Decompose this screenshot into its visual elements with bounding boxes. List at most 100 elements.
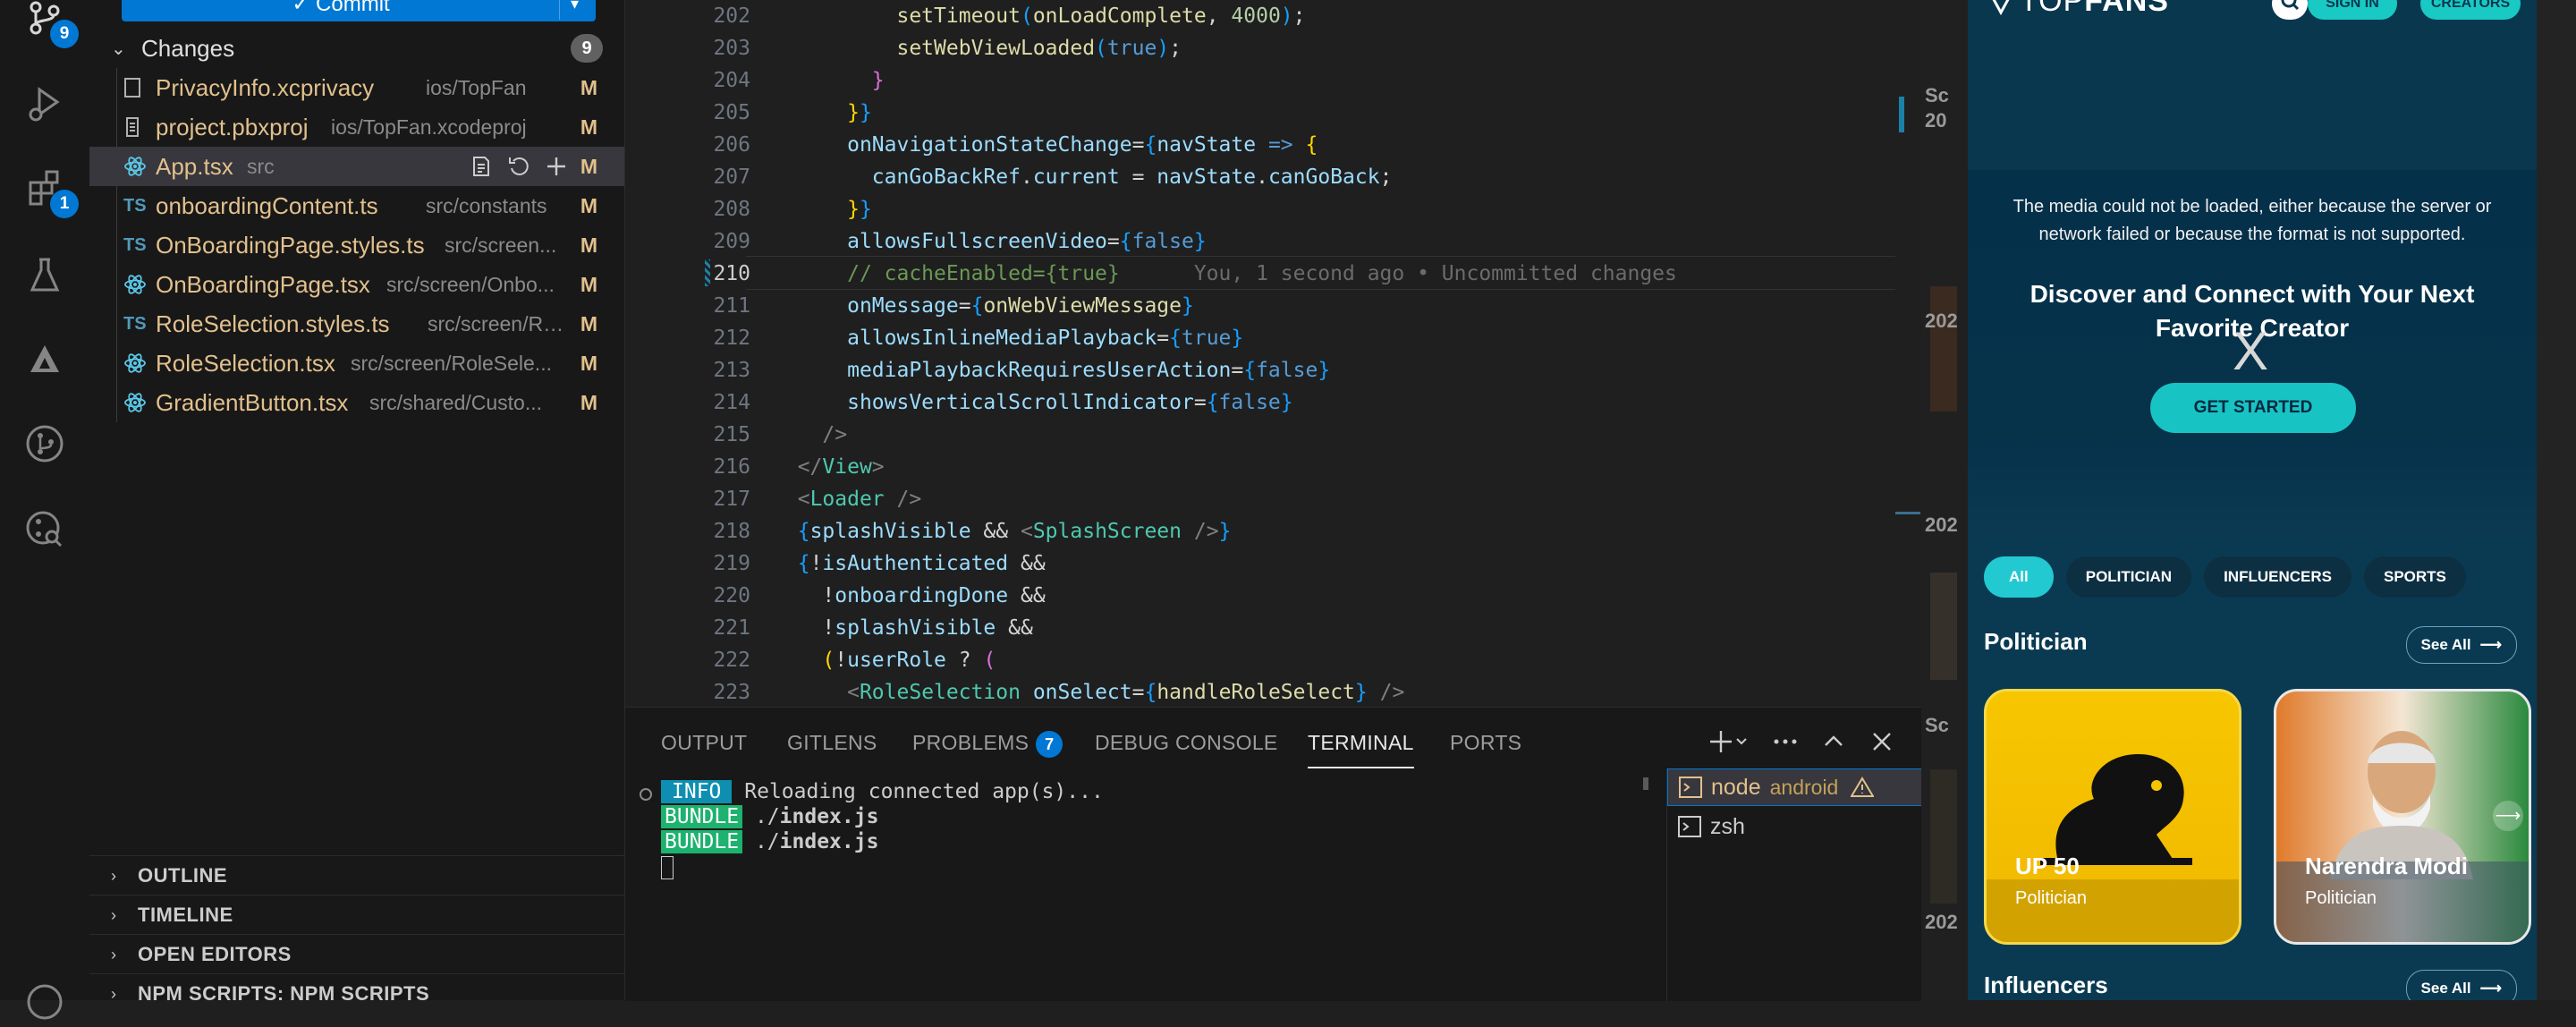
arrow-right-icon: ⟶ xyxy=(2479,636,2502,653)
terminal-item-node[interactable]: node android xyxy=(1667,768,1922,806)
code-line: setTimeout(onLoadComplete, 4000); xyxy=(896,4,1306,28)
close-mark-icon[interactable]: X xyxy=(2233,320,2268,382)
code-line: <RoleSelection onSelect={handleRoleSelec… xyxy=(847,681,1405,704)
commit-button[interactable]: ✓ Commit ▾ xyxy=(122,0,596,21)
code-editor[interactable]: 202 203 204 205 206 207 208 209 210 211 … xyxy=(625,0,1921,707)
code-line: onNavigationStateChange={navState => { xyxy=(847,133,1318,157)
source-control-icon[interactable]: 9 xyxy=(20,0,79,48)
tab-debug-console[interactable]: DEBUG CONSOLE xyxy=(1095,731,1278,767)
changes-count-badge: 9 xyxy=(571,34,603,63)
line-number: 215 xyxy=(713,423,750,446)
open-editors-section-header[interactable]: › OPEN EDITORS xyxy=(89,934,624,974)
terminal-scrollbar[interactable] xyxy=(1641,777,1650,992)
bundle-tag: BUNDLE xyxy=(661,805,743,828)
file-path: src/screen/Ro... xyxy=(428,312,571,335)
typescript-file-icon: TS xyxy=(123,196,147,216)
tab-output[interactable]: OUTPUT xyxy=(661,731,747,767)
file-status: M xyxy=(580,273,597,296)
carousel-next-arrow-icon[interactable]: ⟶ xyxy=(2493,801,2523,831)
creator-card[interactable]: UP 50 Politician xyxy=(1984,689,2241,945)
changed-file-row[interactable]: TS onboardingContent.ts src/constants M xyxy=(89,186,624,225)
terminal-item-zsh[interactable]: zsh xyxy=(1667,808,1922,845)
run-debug-icon[interactable] xyxy=(20,79,70,129)
tab-gitlens[interactable]: GITLENS xyxy=(787,731,877,767)
card-role: Politician xyxy=(2015,888,2088,908)
card-name: Narendra Modi xyxy=(2305,853,2469,879)
file-path: src/shared/Custo... xyxy=(369,391,543,414)
line-number: 211 xyxy=(713,294,750,318)
outline-section-header[interactable]: › OUTLINE xyxy=(89,855,624,895)
line-number: 205 xyxy=(713,101,750,124)
bundle-file: index.js xyxy=(779,805,879,828)
changed-file-row[interactable]: RoleSelection.tsx src/screen/RoleSele...… xyxy=(89,344,624,383)
category-chips: All POLITICIAN INFLUENCERS SPORTS xyxy=(1984,556,2466,598)
scrollbar-thumb[interactable] xyxy=(1643,777,1648,790)
chevron-right-icon: › xyxy=(111,945,116,963)
file-status: M xyxy=(580,352,597,375)
warning-icon xyxy=(1851,777,1875,798)
changed-file-row[interactable]: TS OnBoardingPage.styles.ts src/screen..… xyxy=(89,225,624,265)
stage-changes-icon[interactable] xyxy=(544,154,569,179)
chip-all[interactable]: All xyxy=(1984,556,2054,598)
problems-count-badge: 7 xyxy=(1036,731,1063,758)
changed-file-row[interactable]: TS RoleSelection.styles.ts src/screen/Ro… xyxy=(89,304,624,344)
terminal-output[interactable]: INFO Reloading connected app(s)... BUNDL… xyxy=(640,779,1555,994)
changed-file-row-selected[interactable]: App.tsx src M xyxy=(89,147,624,186)
close-panel-icon[interactable] xyxy=(1869,729,1894,754)
tab-ports[interactable]: PORTS xyxy=(1450,731,1521,767)
creators-button[interactable]: CREATORS xyxy=(2420,0,2521,20)
code-line-current: // cacheEnabled={true} You, 1 second ago… xyxy=(847,262,1677,285)
line-number: 212 xyxy=(713,327,750,350)
file-status: M xyxy=(580,155,597,178)
file-path: ios/TopFan.xcodeproj xyxy=(331,115,527,139)
commit-split-divider xyxy=(559,0,560,20)
changed-file-row[interactable]: OnBoardingPage.tsx src/screen/Onbo... M xyxy=(89,265,624,304)
simulator-bezel xyxy=(2537,0,2576,1000)
new-terminal-icon[interactable] xyxy=(1710,729,1750,754)
more-actions-icon[interactable] xyxy=(1773,729,1798,754)
extensions-badge: 1 xyxy=(50,190,79,218)
maximize-panel-icon[interactable] xyxy=(1821,729,1846,754)
creator-card[interactable]: Narendra Modi Politician ⟶ xyxy=(2274,689,2531,945)
chip-politician[interactable]: POLITICIAN xyxy=(2065,556,2192,598)
git-blame-annotation: You, 1 second ago • Uncommitted changes xyxy=(1193,262,1677,285)
tab-terminal[interactable]: TERMINAL xyxy=(1308,731,1414,768)
see-all-influencers-button[interactable]: See All ⟶ xyxy=(2405,970,2517,1000)
file-actions xyxy=(469,154,569,179)
code-line: } xyxy=(871,69,885,92)
open-file-icon[interactable] xyxy=(469,154,494,179)
chip-influencers[interactable]: INFLUENCERS xyxy=(2204,556,2351,598)
timeline-section-header[interactable]: › TIMELINE xyxy=(89,895,624,935)
deploy-logo-icon[interactable] xyxy=(20,335,70,385)
npm-scripts-section-header[interactable]: › NPM SCRIPTS: NPM SCRIPTS xyxy=(89,973,624,1014)
sign-in-button[interactable]: SIGN IN xyxy=(2308,0,2397,20)
changed-file-row[interactable]: PrivacyInfo.xcprivacy ios/TopFan M xyxy=(89,68,624,107)
changed-file-row[interactable]: project.pbxproj ios/TopFan.xcodeproj M xyxy=(89,107,624,147)
testing-flask-icon[interactable] xyxy=(20,250,70,301)
gitlens-inspect-icon[interactable] xyxy=(20,505,70,555)
card-name: UP 50 xyxy=(2015,853,2080,879)
line-number: 214 xyxy=(713,391,750,414)
section-title-influencers: Influencers xyxy=(1984,972,2108,998)
changed-file-row[interactable]: GradientButton.tsx src/shared/Custo... M xyxy=(89,383,624,422)
brand-bold: FANS xyxy=(2084,0,2169,18)
typescript-file-icon: TS xyxy=(123,314,147,334)
commit-menu-chevron-icon[interactable]: ▾ xyxy=(571,0,585,13)
git-graph-icon[interactable] xyxy=(20,419,70,469)
info-tag: INFO xyxy=(661,780,733,803)
chip-sports[interactable]: SPORTS xyxy=(2363,556,2466,598)
line-number: 203 xyxy=(713,37,750,60)
chevron-right-icon: › xyxy=(111,984,116,1003)
see-all-politician-button[interactable]: See All ⟶ xyxy=(2405,626,2517,664)
changes-section-header[interactable]: ⌄ Changes 9 xyxy=(89,29,624,68)
accounts-icon[interactable] xyxy=(20,977,70,1027)
section-title-politician: Politician xyxy=(1984,628,2088,655)
background-image-fragment xyxy=(1930,286,1957,412)
search-button[interactable] xyxy=(2272,0,2308,20)
extensions-icon[interactable]: 1 xyxy=(20,163,79,218)
file-status: M xyxy=(580,391,597,414)
overview-ruler[interactable] xyxy=(1895,0,1921,707)
discard-changes-icon[interactable] xyxy=(506,154,531,179)
get-started-button[interactable]: GET STARTED xyxy=(2150,383,2356,433)
tab-problems[interactable]: PROBLEMS 7 xyxy=(912,731,1063,767)
